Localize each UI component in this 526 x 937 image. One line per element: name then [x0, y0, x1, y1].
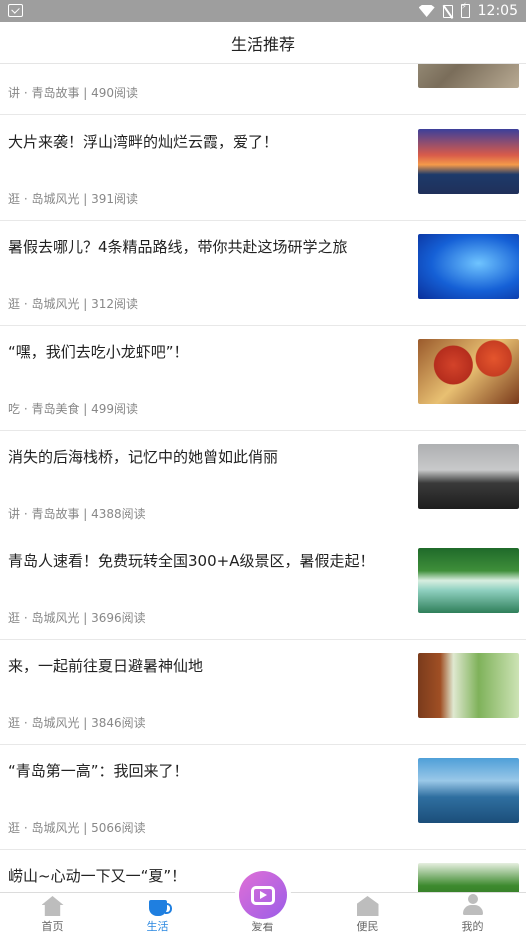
page-header: 生活推荐 — [0, 22, 526, 64]
article-thumbnail — [418, 64, 519, 88]
article-meta: 逛 · 岛城风光 | 391阅读 — [8, 192, 139, 206]
article-thumbnail — [418, 129, 519, 194]
status-indicators: 12:05 — [418, 0, 518, 22]
article-title: 崂山~心动一下又一“夏”！ — [8, 867, 187, 885]
service-house-icon — [356, 896, 379, 916]
article-thumbnail — [418, 339, 519, 404]
tab-label: 便民 — [356, 920, 379, 933]
watch-center-button[interactable] — [239, 871, 287, 919]
tv-play-icon — [251, 885, 275, 905]
no-sim-icon — [442, 4, 453, 18]
list-item[interactable]: 讲 · 青岛故事 | 490阅读 — [0, 64, 526, 115]
article-meta: 逛 · 岛城风光 | 3846阅读 — [8, 716, 146, 730]
tab-label: 爱看 — [251, 920, 274, 933]
list-item[interactable]: 暑假去哪儿？4条精品路线，带你共赴这场研学之旅 逛 · 岛城风光 | 312阅读 — [0, 221, 526, 326]
battery-icon — [460, 2, 470, 18]
article-thumbnail — [418, 444, 519, 509]
user-icon — [462, 894, 484, 916]
article-thumbnail — [418, 863, 519, 892]
tab-label: 我的 — [461, 920, 484, 933]
tab-life[interactable]: 生活 — [105, 893, 210, 937]
article-meta: 讲 · 青岛故事 | 490阅读 — [8, 86, 139, 100]
wifi-icon — [418, 5, 435, 17]
article-meta: 逛 · 岛城风光 | 312阅读 — [8, 297, 139, 311]
article-title: “嘿，我们去吃小龙虾吧”！ — [8, 343, 189, 361]
article-title: 消失的后海栈桥，记忆中的她曾如此俏丽 — [8, 448, 279, 466]
article-feed[interactable]: 讲 · 青岛故事 | 490阅读 大片来袭！浮山湾畔的灿烂云霞，爱了！ 逛 · … — [0, 64, 526, 892]
article-thumbnail — [418, 548, 519, 613]
article-title: 青岛人速看！免费玩转全国300+A级景区，暑假走起！ — [8, 552, 375, 570]
tab-label: 生活 — [146, 920, 169, 933]
article-title: 暑假去哪儿？4条精品路线，带你共赴这场研学之旅 — [8, 238, 348, 256]
list-item[interactable]: 大片来袭！浮山湾畔的灿烂云霞，爱了！ 逛 · 岛城风光 | 391阅读 — [0, 116, 526, 221]
list-item[interactable]: “青岛第一高”：我回来了！ 逛 · 岛城风光 | 5066阅读 — [0, 745, 526, 850]
coffee-cup-icon — [148, 900, 172, 916]
article-meta: 逛 · 岛城风光 | 5066阅读 — [8, 821, 146, 835]
tab-label: 首页 — [41, 920, 64, 933]
article-meta: 讲 · 青岛故事 | 4388阅读 — [8, 507, 146, 521]
article-thumbnail — [418, 234, 519, 299]
notification-icon — [8, 4, 23, 17]
list-item[interactable]: “嘿，我们去吃小龙虾吧”！ 吃 · 青岛美食 | 499阅读 — [0, 326, 526, 431]
article-meta: 逛 · 岛城风光 | 3696阅读 — [8, 611, 146, 625]
home-icon — [41, 896, 64, 916]
list-item[interactable]: 青岛人速看！免费玩转全国300+A级景区，暑假走起！ 逛 · 岛城风光 | 36… — [0, 535, 526, 640]
article-thumbnail — [418, 653, 519, 718]
status-time: 12:05 — [477, 3, 518, 19]
status-bar: 12:05 — [0, 0, 526, 22]
page-title: 生活推荐 — [230, 34, 295, 54]
tab-home[interactable]: 首页 — [0, 893, 105, 937]
article-meta: 吃 · 青岛美食 | 499阅读 — [8, 402, 139, 416]
article-title: 来，一起前往夏日避暑神仙地 — [8, 657, 204, 675]
article-title: 大片来袭！浮山湾畔的灿烂云霞，爱了！ — [8, 133, 279, 151]
list-item[interactable]: 来，一起前往夏日避暑神仙地 逛 · 岛城风光 | 3846阅读 — [0, 640, 526, 745]
tab-service[interactable]: 便民 — [315, 893, 420, 937]
list-item[interactable]: 消失的后海栈桥，记忆中的她曾如此俏丽 讲 · 青岛故事 | 4388阅读 — [0, 431, 526, 536]
article-title: “青岛第一高”：我回来了！ — [8, 762, 189, 780]
bottom-tab-bar: 首页 生活 爱看 便民 我的 — [0, 871, 526, 937]
tab-mine[interactable]: 我的 — [420, 893, 525, 937]
article-thumbnail — [418, 758, 519, 823]
